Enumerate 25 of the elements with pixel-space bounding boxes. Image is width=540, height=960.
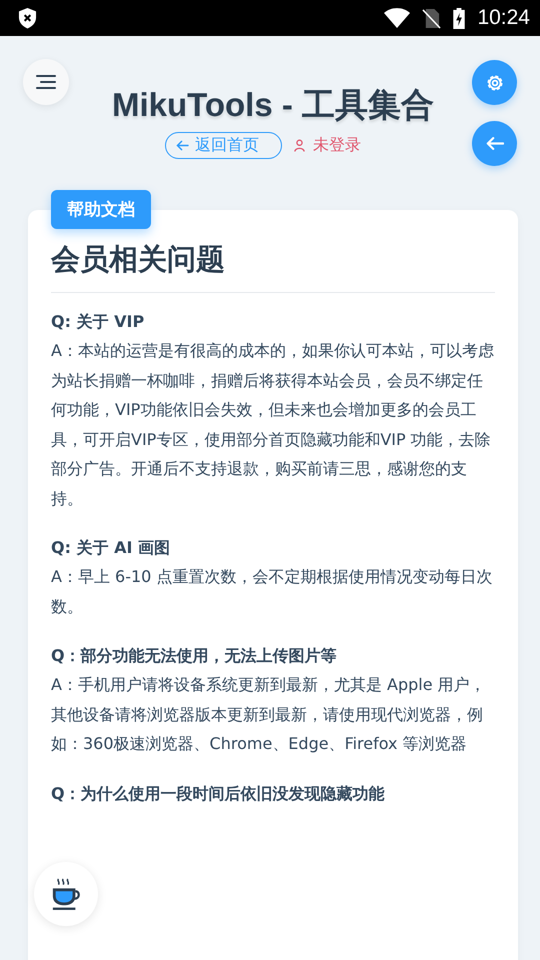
faq-answer: A：本站的运营是有很高的成本的，如果你认可本站，可以考虑为站长捐赠一杯咖啡，捐赠后将获得本站会员，会员不绑定任何功能，VIP功能依旧会失效，但未来也会增加更多的会员工具，可开启VIP专区，使用部分首页隐藏功能和VIP 功能，去除部分广告。开通后不支持退款，购买前请三思，感谢您的支持。 — [51, 340, 495, 510]
faq-answer: A：手机用户请将设备系统更新到最新，尤其是 Apple 用户，其他设备请将浏览器版本更新到最新，请使用现代浏览器，例如：360极速浏览器、Chrome、Edge、Firefox 等浏览器 — [51, 674, 487, 755]
faq-question: Q: 关于 VIP — [51, 311, 146, 333]
clock-time: 10:24 — [477, 6, 530, 30]
faq-answer: A：早上 6-10 点重置次数，会不定期根据使用情况变动每日次数。 — [51, 566, 494, 618]
help-docs-badge: 帮助文档 — [51, 190, 151, 229]
no-sim-icon — [422, 8, 442, 28]
page-title: MikuTools - 工具集合 — [110, 85, 436, 125]
settings-button[interactable] — [472, 60, 517, 105]
faq-question: Q：为什么使用一段时间后依旧没发现隐藏功能 — [51, 782, 386, 804]
user-icon — [294, 138, 305, 152]
section-heading: 会员相关问题 — [51, 240, 495, 293]
arrow-left-icon — [486, 136, 504, 151]
faq-question: Q: 关于 AI 画图 — [51, 537, 172, 559]
back-button[interactable] — [472, 121, 517, 166]
shield-icon — [18, 8, 37, 28]
menu-icon — [36, 75, 56, 89]
menu-button[interactable] — [23, 59, 69, 105]
login-status: 未登录 — [313, 134, 361, 156]
battery-charging-icon — [453, 8, 466, 28]
coffee-cup-icon — [51, 877, 81, 911]
faq-question: Q：部分功能无法使用，无法上传图片等 — [51, 645, 338, 667]
wifi-icon — [384, 8, 410, 28]
arrow-left-icon — [176, 140, 189, 150]
back-home-link[interactable]: 返回首页 — [165, 132, 282, 158]
